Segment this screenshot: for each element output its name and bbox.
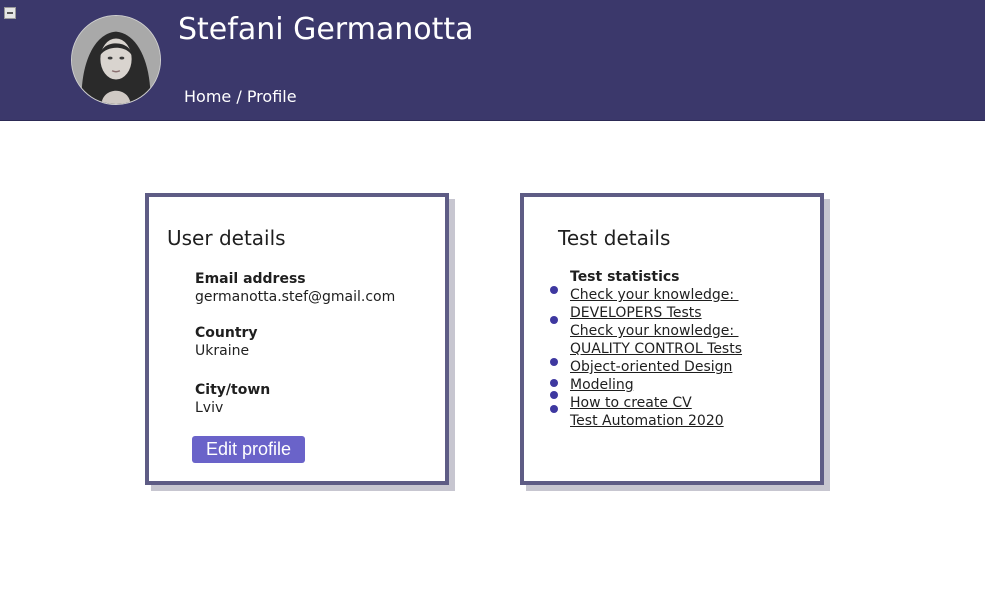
- bullet-dot-icon: [550, 316, 558, 324]
- test-link-object-oriented-design[interactable]: Object-oriented Design: [570, 358, 732, 376]
- test-link-modeling[interactable]: Modeling: [570, 376, 634, 394]
- bullet-dot-icon: [550, 286, 558, 294]
- test-details-title: Test details: [558, 226, 671, 250]
- test-link-quality-control-line2[interactable]: QUALITY CONTROL Tests: [570, 340, 742, 358]
- city-field: City/town Lviv: [195, 381, 270, 417]
- email-field: Email address germanotta.stef@gmail.com: [195, 270, 395, 306]
- email-value: germanotta.stef@gmail.com: [195, 289, 396, 305]
- breadcrumb-current: Profile: [246, 87, 297, 106]
- test-link-developers-line2[interactable]: DEVELOPERS Tests: [570, 304, 702, 322]
- avatar: [71, 15, 161, 105]
- test-statistics-label: Test statistics: [570, 269, 680, 285]
- breadcrumb: Home / Profile: [184, 87, 297, 107]
- bullet-dot-icon: [550, 405, 558, 413]
- breadcrumb-separator: /: [231, 87, 247, 106]
- user-details-card: User details Email address germanotta.st…: [145, 193, 449, 485]
- edit-profile-button[interactable]: Edit profile: [192, 436, 305, 463]
- bullet-dot-icon: [550, 379, 558, 387]
- collapse-icon[interactable]: [4, 7, 16, 19]
- test-link-test-automation-2020[interactable]: Test Automation 2020: [570, 412, 724, 430]
- bullet-dot-icon: [550, 358, 558, 366]
- email-label: Email address: [195, 271, 306, 287]
- bullet-dot-icon: [550, 391, 558, 399]
- breadcrumb-home-link[interactable]: Home: [184, 87, 231, 106]
- city-label: City/town: [195, 382, 271, 398]
- country-label: Country: [195, 325, 258, 341]
- country-value: Ukraine: [195, 343, 250, 359]
- test-link-how-to-create-cv[interactable]: How to create CV: [570, 394, 692, 412]
- page-title: Stefani Germanotta: [178, 12, 474, 47]
- header-bar: Stefani Germanotta Home / Profile: [0, 0, 985, 121]
- user-details-title: User details: [167, 226, 286, 250]
- test-link-quality-control-line1[interactable]: Check your knowledge:: [570, 322, 739, 340]
- city-value: Lviv: [195, 400, 224, 416]
- test-link-developers-line1[interactable]: Check your knowledge:: [570, 286, 739, 304]
- test-details-card: Test details Test statistics Check your …: [520, 193, 824, 485]
- country-field: Country Ukraine: [195, 324, 258, 360]
